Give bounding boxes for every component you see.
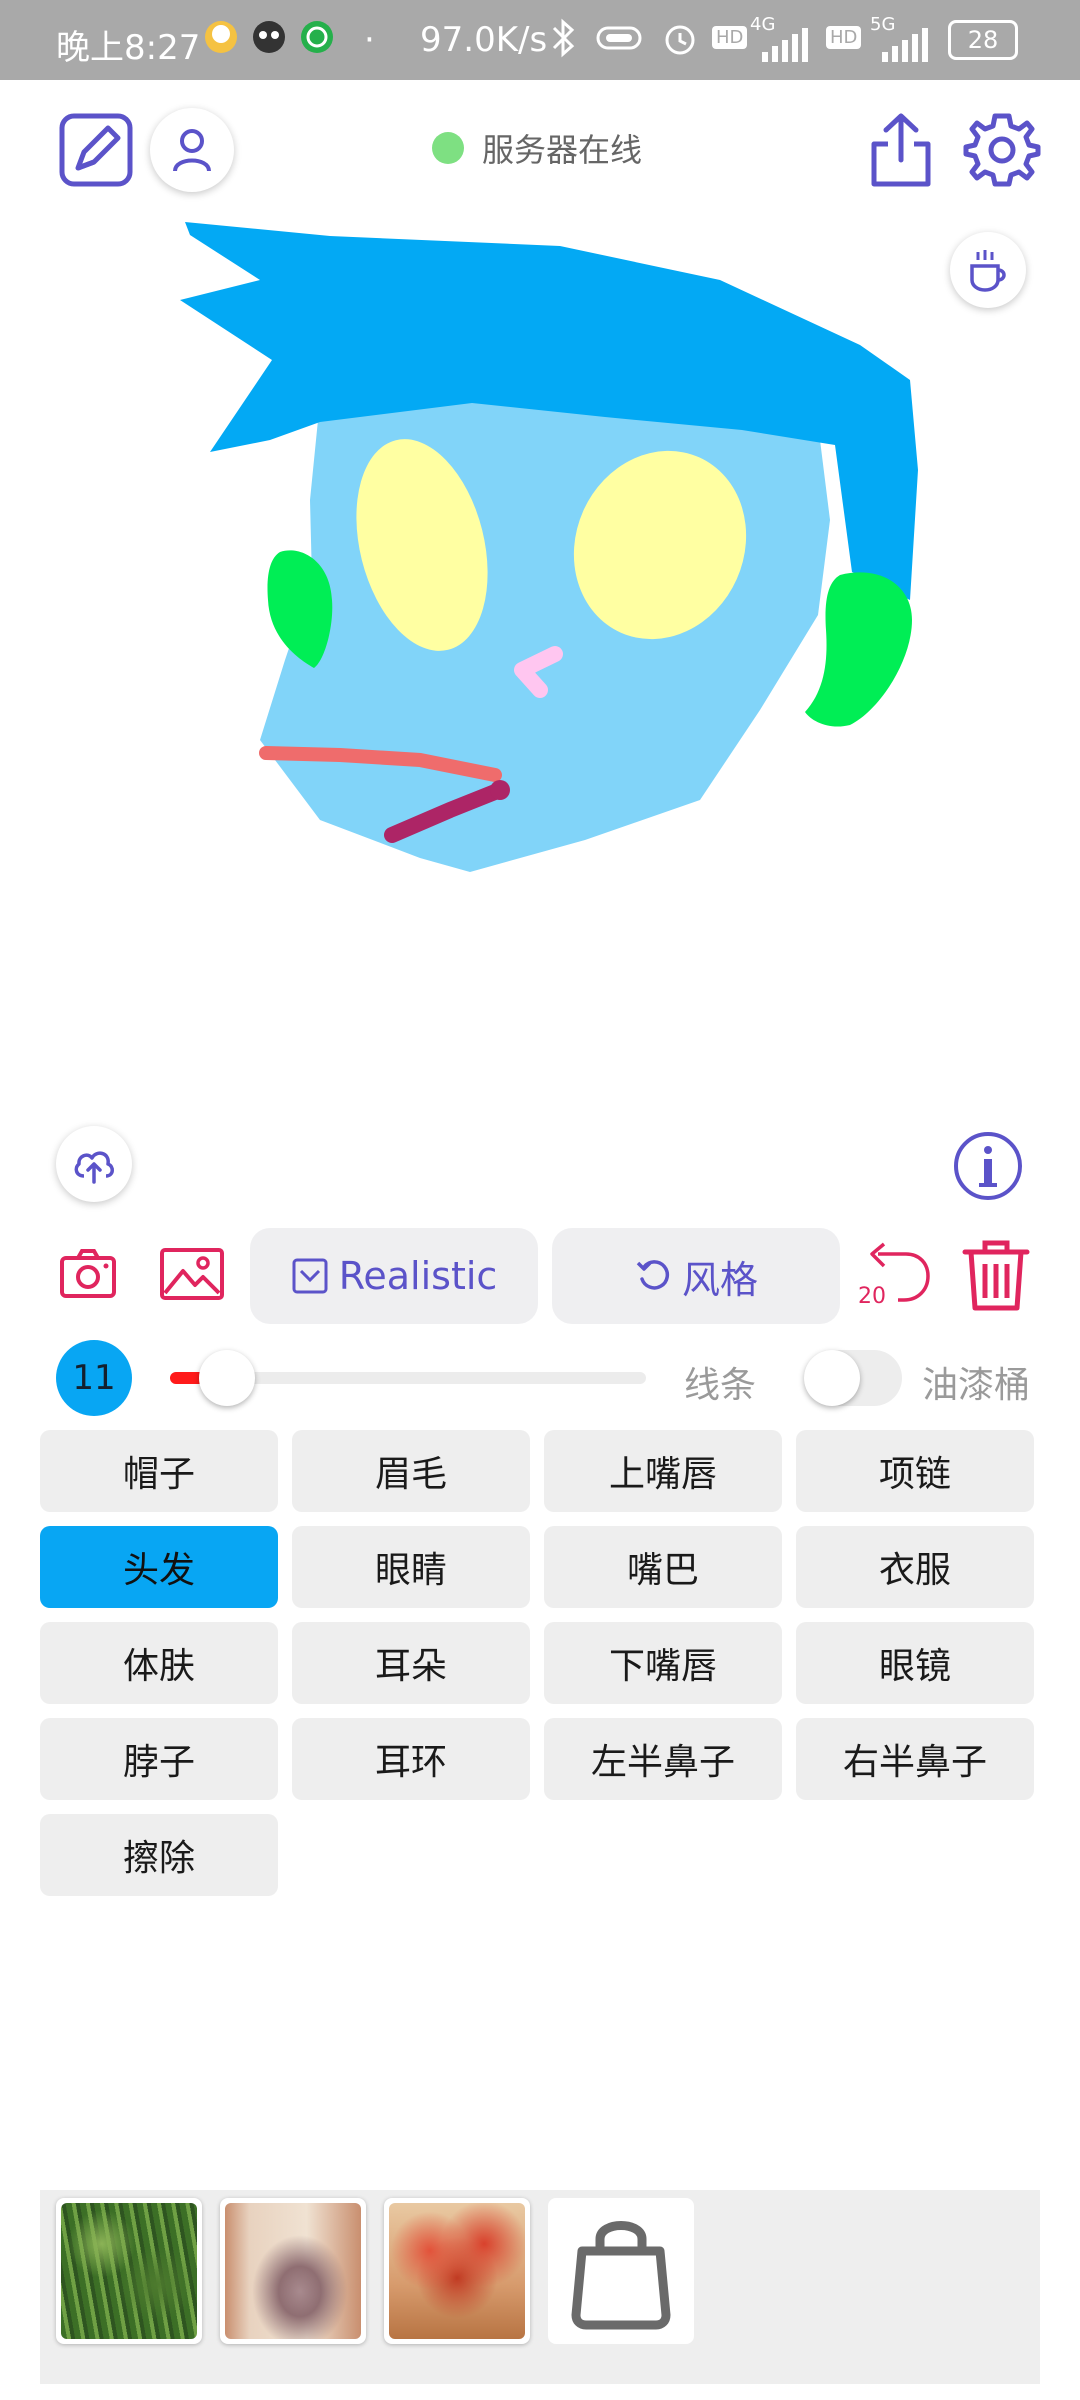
- model-select-icon: [292, 1258, 328, 1294]
- cloud-upload-icon: [74, 1151, 114, 1184]
- part-button[interactable]: 头发: [40, 1526, 278, 1608]
- edit-button[interactable]: [56, 110, 136, 190]
- thumbnail-grass[interactable]: [56, 2198, 202, 2344]
- store-button[interactable]: [548, 2198, 694, 2344]
- share-icon: [871, 113, 931, 187]
- camera-icon: [60, 1249, 116, 1298]
- edit-icon: [59, 113, 133, 187]
- qq-icon: [202, 18, 240, 65]
- bucket-mode-label[interactable]: 油漆桶: [922, 1356, 1030, 1408]
- model-select-button[interactable]: Realistic: [250, 1228, 538, 1324]
- 4g-signal-icon: [752, 24, 812, 73]
- undo-button[interactable]: 20: [858, 1240, 934, 1310]
- settings-icon: [963, 113, 1041, 187]
- upload-button[interactable]: [56, 1126, 132, 1202]
- server-status-dot: [432, 132, 464, 164]
- line-mode-label[interactable]: 线条: [684, 1356, 756, 1408]
- network-speed: 97.0K/s: [420, 20, 548, 60]
- part-button[interactable]: 帽子: [40, 1430, 278, 1512]
- part-button[interactable]: 衣服: [796, 1526, 1034, 1608]
- undo-count: 20: [858, 1284, 886, 1309]
- user-button[interactable]: [150, 108, 234, 192]
- part-button[interactable]: 项链: [796, 1430, 1034, 1512]
- user-icon: [173, 129, 211, 172]
- part-button[interactable]: 上嘴唇: [544, 1430, 782, 1512]
- server-status-text: 服务器在线: [482, 131, 643, 169]
- rotate-icon: [636, 1260, 670, 1290]
- info-icon: [954, 1132, 1022, 1200]
- thumbnail-portrait-image: [225, 2203, 361, 2339]
- brush-size-slider-handle[interactable]: [199, 1350, 256, 1406]
- status-time: 晚上8:27: [56, 28, 201, 68]
- part-button[interactable]: 眼镜: [796, 1622, 1034, 1704]
- style-button[interactable]: 风格: [552, 1228, 840, 1324]
- part-button[interactable]: 嘴巴: [544, 1526, 782, 1608]
- bucket-toggle-knob[interactable]: [804, 1350, 860, 1406]
- trash-icon: [962, 1240, 1030, 1311]
- drawing-canvas[interactable]: [0, 190, 1080, 1090]
- hd-icon-2: HD: [826, 26, 862, 49]
- bluetooth-icon: [548, 18, 578, 67]
- brush-size-badge: 11: [56, 1340, 132, 1416]
- thumbnail-grass-image: [61, 2203, 197, 2339]
- shopping-bag-icon: [571, 2221, 671, 2330]
- alarm-icon: [660, 18, 700, 67]
- part-button[interactable]: 体肤: [40, 1622, 278, 1704]
- thumbnail-red-tree[interactable]: [384, 2198, 530, 2344]
- status-bar: 晚上8:27 · 97.0K/s HD 4G HD 5G 28: [0, 0, 1080, 80]
- part-button[interactable]: 耳朵: [292, 1622, 530, 1704]
- brush-size-value: 11: [72, 1358, 116, 1398]
- part-button[interactable]: 眉毛: [292, 1430, 530, 1512]
- drawing-sketch: [180, 222, 918, 872]
- part-button[interactable]: 下嘴唇: [544, 1622, 782, 1704]
- share-button[interactable]: [862, 108, 940, 192]
- battery-level: 28: [967, 26, 999, 54]
- vibrate-icon: [592, 18, 646, 67]
- part-button[interactable]: 耳环: [292, 1718, 530, 1800]
- style-label: 风格: [681, 1257, 758, 1302]
- image-icon: [160, 1248, 224, 1300]
- thumbnail-red-tree-image: [389, 2203, 525, 2339]
- whatsapp-icon: [298, 18, 336, 65]
- gallery-button[interactable]: [158, 1246, 226, 1302]
- thumbnail-portrait[interactable]: [220, 2198, 366, 2344]
- part-button[interactable]: 脖子: [40, 1718, 278, 1800]
- delete-button[interactable]: [960, 1238, 1032, 1312]
- part-button[interactable]: 右半鼻子: [796, 1718, 1034, 1800]
- hd-icon: HD: [712, 26, 748, 49]
- parts-grid: 帽子 眉毛 上嘴唇 项链头发 眼睛 嘴巴 衣服体肤 耳朵 下嘴唇 眼镜脖子 耳环 左半鼻子 右半鼻子擦除: [40, 1430, 1036, 1896]
- server-status: 服务器在线: [432, 126, 642, 170]
- app-icon: [250, 18, 288, 65]
- 5g-signal-icon: [872, 24, 932, 73]
- settings-button[interactable]: [962, 108, 1042, 192]
- part-button[interactable]: 眼睛: [292, 1526, 530, 1608]
- model-select-label: Realistic: [338, 1254, 498, 1298]
- camera-button[interactable]: [58, 1244, 118, 1304]
- part-button[interactable]: 左半鼻子: [544, 1718, 782, 1800]
- battery-icon: 28: [948, 20, 1018, 60]
- part-button[interactable]: 擦除: [40, 1814, 278, 1896]
- info-button[interactable]: [952, 1130, 1024, 1202]
